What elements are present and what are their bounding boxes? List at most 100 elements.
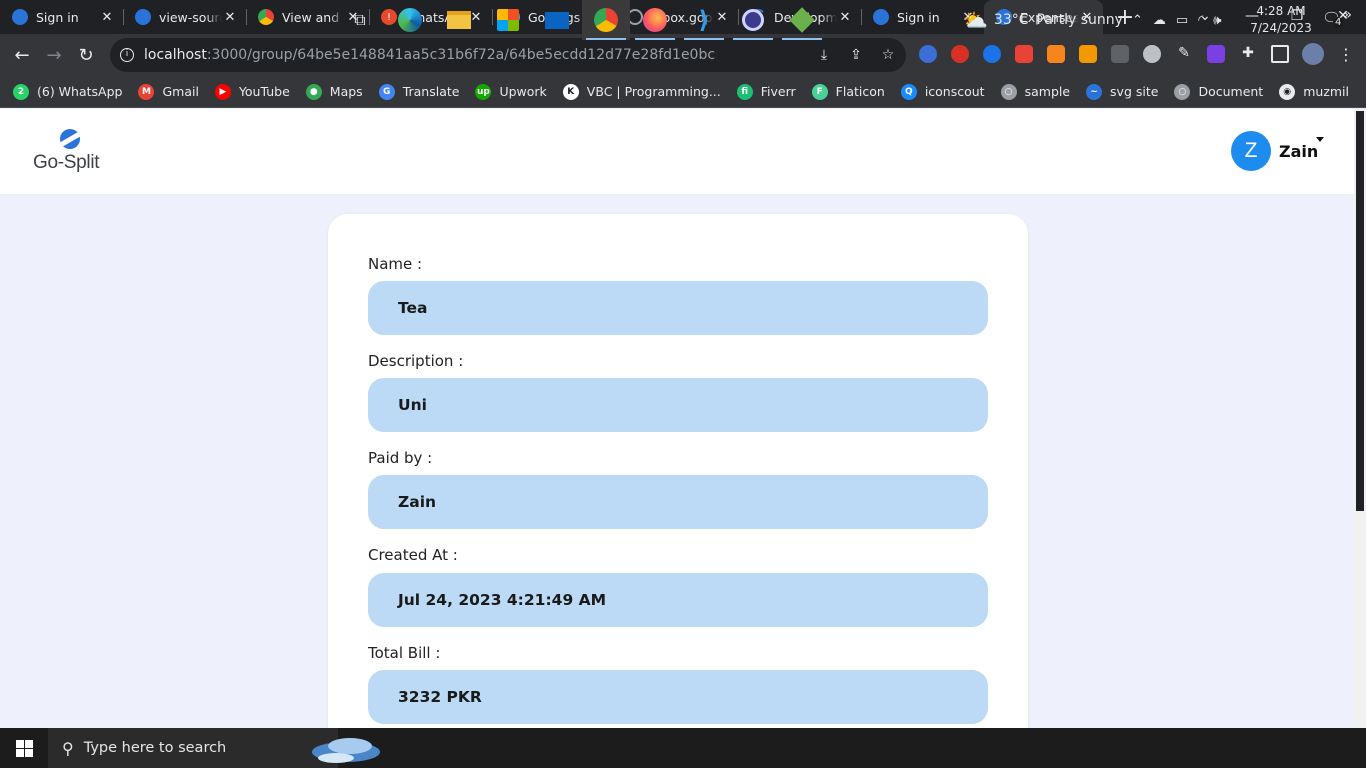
bookmark-item[interactable]: ○ Document	[1174, 83, 1264, 100]
extension-icon[interactable]	[951, 45, 969, 63]
cloud-icon[interactable]: ☁	[1153, 13, 1166, 28]
bookmark-item[interactable]: G Translate	[378, 83, 459, 100]
bookmark-label: muzmil	[1303, 84, 1350, 99]
browser-tab[interactable]: view-source ✕	[123, 0, 246, 34]
weather-temp: 33°C	[993, 12, 1029, 28]
reload-icon[interactable]: ↻	[70, 39, 102, 71]
bookmark-label: Upwork	[499, 84, 547, 99]
app-header: Go-Split Z Zain	[0, 109, 1354, 194]
page-scrollbar[interactable]	[1354, 109, 1366, 728]
description-value: Uni	[368, 378, 988, 432]
bookmark-label: Maps	[329, 84, 363, 99]
file-explorer-icon[interactable]	[435, 0, 483, 40]
firefox-icon[interactable]	[631, 0, 679, 40]
bookmark-label: sample	[1024, 84, 1071, 99]
bookmark-item[interactable]: ◉ muzmil	[1279, 83, 1350, 100]
install-icon[interactable]: ⤓	[816, 47, 832, 63]
bookmark-favicon-icon: Q	[900, 83, 917, 100]
wifi-icon[interactable]: ◜	[1198, 13, 1203, 28]
bookmark-item[interactable]: K VBC | Programming...	[562, 83, 721, 100]
bookmark-label: iconscout	[924, 84, 985, 99]
taskbar-clock[interactable]: 4:28 AM 7/24/2023	[1250, 3, 1312, 37]
task-view-icon[interactable]: ⧉	[336, 0, 384, 40]
bookmark-item[interactable]: up Upwork	[475, 83, 547, 100]
mail-icon[interactable]	[533, 0, 581, 40]
show-hidden-icons-icon[interactable]: ⌃	[1132, 13, 1143, 28]
created-at-label: Created At :	[368, 546, 458, 564]
address-bar[interactable]: i localhost:3000/group/64be5e148841aa5c3…	[110, 38, 906, 72]
close-tab-icon[interactable]: ✕	[222, 10, 238, 25]
bookmark-favicon-icon: ○	[1174, 83, 1191, 100]
extension-icon[interactable]	[1111, 45, 1129, 63]
bookmark-item[interactable]: ~ svg site	[1086, 83, 1158, 100]
volume-icon[interactable]: 🕪	[1213, 13, 1221, 28]
bookmark-item[interactable]: ● Maps	[305, 83, 363, 100]
extension-icon[interactable]	[983, 45, 1001, 63]
bookmark-label: Gmail	[162, 84, 199, 99]
user-name[interactable]: Zain	[1279, 142, 1318, 161]
bookmark-item[interactable]: Qiconscout	[900, 83, 985, 100]
battery-icon[interactable]: ▭	[1176, 13, 1188, 28]
description-label: Description :	[368, 352, 464, 370]
weather-widget[interactable]: ⛅ 33°C Partly sunny	[963, 0, 1123, 40]
bookmark-star-icon[interactable]: ☆	[880, 47, 896, 63]
bookmark-item[interactable]: fi Fiverr	[736, 83, 796, 100]
go-split-icon	[135, 9, 151, 25]
bookmark-favicon-icon: M	[138, 83, 155, 100]
vscode-icon[interactable]: ⟩	[680, 0, 728, 40]
pen-icon[interactable]: ✎	[1175, 45, 1193, 63]
bookmark-label: Fiverr	[760, 84, 796, 99]
extension-icon[interactable]	[1207, 45, 1225, 63]
bookmark-item[interactable]: 2 (6) WhatsApp	[13, 83, 122, 100]
close-tab-icon[interactable]: ✕	[837, 10, 853, 25]
store-icon[interactable]	[484, 0, 532, 40]
share-icon[interactable]: ⇪	[848, 47, 864, 63]
avatar[interactable]: Z	[1231, 131, 1271, 171]
bookmark-item[interactable]: F Flaticon	[811, 83, 885, 100]
browser-tab[interactable]: Sign in ✕	[0, 0, 123, 34]
close-tab-icon[interactable]: ✕	[99, 10, 115, 25]
metamask-icon[interactable]	[1047, 45, 1065, 63]
extension-icon[interactable]	[1143, 45, 1161, 63]
search-highlight-art-icon	[312, 738, 380, 763]
site-info-icon[interactable]: i	[120, 48, 134, 62]
browser-menu-icon[interactable]: ⋮	[1337, 45, 1355, 64]
user-menu[interactable]: Z Zain	[1231, 131, 1324, 171]
extension-icon[interactable]	[919, 45, 937, 63]
more-bookmarks-icon[interactable]: »	[1343, 7, 1352, 23]
created-at-value: Jul 24, 2023 4:21:49 AM	[368, 573, 988, 627]
logo-mark-icon	[60, 129, 80, 149]
tab-title: view-source	[159, 9, 222, 25]
notification-center-icon[interactable]: 🗨 4	[1322, 9, 1344, 31]
profile-avatar-icon[interactable]	[1302, 43, 1324, 65]
bookmark-favicon-icon: ○	[1000, 83, 1017, 100]
back-icon[interactable]: ←	[6, 39, 38, 71]
bookmarks-bar: 2 (6) WhatsApp M Gmail ▶ YouTube ● Maps G Transla…	[0, 76, 1366, 108]
search-placeholder: Type here to search	[83, 740, 227, 756]
go-split-logo[interactable]: Go-Split	[33, 129, 113, 175]
extension-icon[interactable]	[1015, 45, 1033, 63]
bookmark-item[interactable]: M Gmail	[138, 83, 199, 100]
bookmark-item[interactable]: ○ sample	[1000, 83, 1071, 100]
bookmark-item[interactable]: ▶ YouTube	[214, 83, 290, 100]
bookmark-label: Document	[1198, 84, 1264, 99]
extension-icon[interactable]	[1079, 45, 1097, 63]
taskbar-search-input[interactable]: ⚲ Type here to search	[48, 728, 380, 768]
side-panel-icon[interactable]	[1271, 45, 1289, 63]
paid-by-value: Zain	[368, 475, 988, 529]
system-tray: ⌃ ☁ ▭ ◜ 🕪	[1132, 0, 1221, 40]
app-icon[interactable]	[729, 0, 777, 40]
scrollbar-thumb[interactable]	[1356, 111, 1364, 511]
edge-icon[interactable]	[386, 0, 434, 40]
tab-title: Sign in	[36, 9, 79, 25]
bookmark-favicon-icon: fi	[736, 83, 753, 100]
bookmark-favicon-icon: ◉	[1279, 83, 1296, 100]
browser-toolbar: ← → ↻ i localhost:3000/group/64be5e14884…	[0, 34, 1366, 76]
chrome-taskbar-icon[interactable]	[582, 0, 630, 40]
windows-logo-icon	[15, 739, 33, 757]
start-button[interactable]	[0, 728, 48, 768]
extensions-puzzle-icon[interactable]: ✚	[1239, 45, 1257, 63]
caret-down-icon[interactable]	[1316, 137, 1324, 142]
git-icon[interactable]	[778, 0, 826, 40]
forward-icon[interactable]: →	[38, 39, 70, 71]
